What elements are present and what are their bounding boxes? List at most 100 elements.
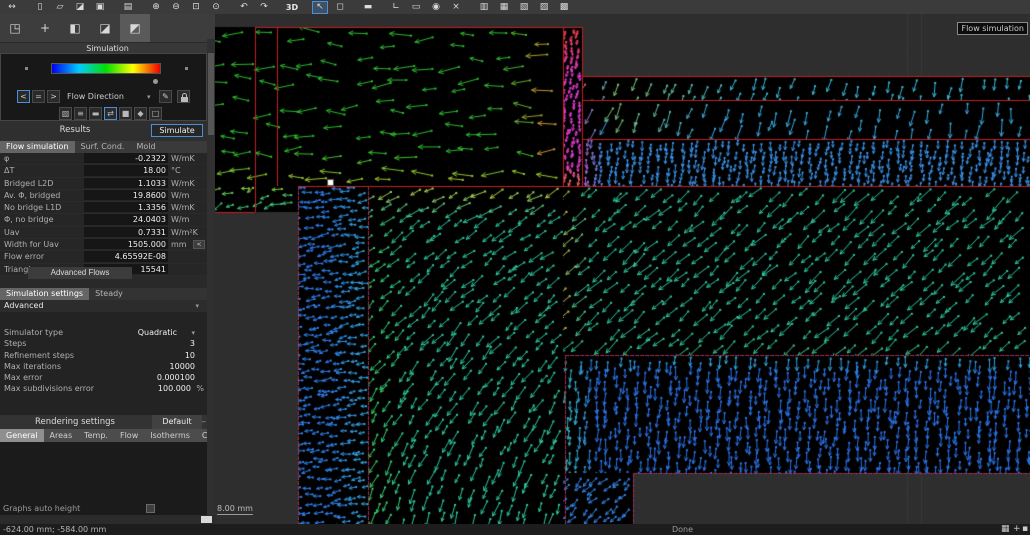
- visibility-tool-icon[interactable]: ◉: [428, 1, 444, 14]
- zoom-fit-icon[interactable]: ⊙: [208, 1, 224, 14]
- gradient-slider-handle[interactable]: [153, 79, 158, 84]
- zoom-plus-icon[interactable]: +: [1013, 524, 1021, 535]
- measure-tool-icon[interactable]: ▬: [360, 1, 376, 14]
- chevron-down-icon[interactable]: ▾: [195, 302, 199, 310]
- arrows-style-icon[interactable]: ⇄: [104, 107, 117, 120]
- components-tab-icon[interactable]: ◪: [90, 14, 120, 42]
- result-label: ΔT: [4, 166, 15, 176]
- legend-left-dot: [25, 67, 28, 70]
- import-icon[interactable]: ◪: [72, 1, 88, 14]
- tab-simulation-settings[interactable]: Simulation settings: [0, 288, 90, 300]
- tab-flow[interactable]: Flow: [114, 429, 144, 442]
- direction-equal-button[interactable]: =: [32, 90, 45, 103]
- undo-icon[interactable]: ↶: [236, 1, 252, 14]
- tab-flow-simulation[interactable]: Flow simulation: [0, 141, 75, 153]
- comment-tool-icon[interactable]: ▭: [408, 1, 424, 14]
- legend-panel: < = > Flow Direction ▾ ✎ ▧ ≡ ▬ ⇄ ■ ◆ □: [0, 53, 207, 121]
- gradient-style-icon[interactable]: ▧: [59, 107, 72, 120]
- layers-tab-icon[interactable]: ◧: [60, 14, 90, 42]
- histogram-chart-icon[interactable]: ▧: [516, 1, 532, 14]
- legend-right-dot: [185, 67, 188, 70]
- scrollbar-thumb[interactable]: [208, 53, 214, 135]
- mesh-delete-tool-icon[interactable]: ×: [448, 1, 464, 14]
- setting-value[interactable]: 100.000: [158, 384, 191, 393]
- edit-pen-button[interactable]: ✎: [159, 90, 172, 103]
- rendering-preset-button[interactable]: Default: [152, 415, 202, 429]
- setting-value[interactable]: Quadratic: [138, 328, 177, 337]
- width-uav-pick-button[interactable]: <: [193, 240, 205, 250]
- simulation-tab-icon[interactable]: ◩: [120, 14, 150, 42]
- chevron-down-icon[interactable]: ▾: [147, 93, 151, 101]
- graphs-auto-height-checkbox[interactable]: [146, 504, 155, 513]
- direction-greater-button[interactable]: >: [47, 90, 60, 103]
- solid-style-icon[interactable]: ▬: [89, 107, 102, 120]
- result-label: Φ, no bridge: [4, 215, 54, 225]
- setting-value[interactable]: 0.000100: [157, 373, 195, 382]
- result-row: No bridge L1D 1.3356 W/mK: [0, 202, 207, 214]
- simulation-settings-tabs: Simulation settings Steady: [0, 288, 207, 300]
- result-label: Bridged L2D: [4, 178, 54, 188]
- grid-view-icon[interactable]: ▦: [1001, 524, 1010, 535]
- transform-tab-icon[interactable]: +: [30, 14, 60, 42]
- zoom-in-icon[interactable]: ⊕: [148, 1, 164, 14]
- open-file-icon[interactable]: ▱: [52, 1, 68, 14]
- tab-areas[interactable]: Areas: [44, 429, 79, 442]
- field-selector-value[interactable]: Flow Direction: [67, 92, 124, 101]
- result-row: Flow error 4.65592E-08: [0, 251, 207, 263]
- cursor-coordinates: -624.00 mm; -584.00 mm: [3, 525, 107, 534]
- result-unit: mm: [171, 240, 187, 250]
- results-header-row: Results Simulate: [0, 121, 207, 141]
- view-3d-button[interactable]: 3D: [284, 1, 300, 14]
- corner-tool-icon[interactable]: ∟: [388, 1, 404, 14]
- tab-mold[interactable]: Mold: [130, 141, 161, 153]
- tab-general[interactable]: General: [0, 429, 44, 442]
- settings-table: Simulator type Quadratic ▾ Steps 3 Refinement…: [0, 327, 207, 395]
- tab-isotherms[interactable]: Isotherms: [144, 429, 196, 442]
- chevron-down-icon[interactable]: ▾: [191, 329, 195, 337]
- color-scale-gradient[interactable]: [51, 63, 161, 74]
- tab-surf-cond-[interactable]: Surf. Cond.: [75, 141, 131, 153]
- zoom-out-icon[interactable]: ⊖: [168, 1, 184, 14]
- sidebar-horizontal-scrollbar[interactable]: [0, 515, 215, 524]
- fit-view-icon[interactable]: ↔: [4, 1, 20, 14]
- advanced-mode-row[interactable]: Advanced ▾: [0, 300, 207, 312]
- flow-simulation-canvas[interactable]: [215, 14, 1030, 524]
- lock-button[interactable]: [177, 90, 190, 103]
- legend-chart-icon[interactable]: ▩: [556, 1, 572, 14]
- report-chart-icon[interactable]: ▥: [476, 1, 492, 14]
- rendering-settings-title: Rendering settings: [34, 417, 115, 427]
- result-value: 4.65592E-08: [114, 252, 166, 262]
- project-tab-icon[interactable]: ◳: [0, 14, 30, 42]
- direction-less-button[interactable]: <: [17, 90, 30, 103]
- tab-temp-[interactable]: Temp.: [78, 429, 114, 442]
- display-style-row: ▧ ≡ ▬ ⇄ ■ ◆ □: [1, 107, 208, 120]
- filled-style-icon[interactable]: ■: [119, 107, 132, 120]
- setting-value[interactable]: 3: [190, 339, 195, 348]
- result-unit: °C: [171, 166, 181, 176]
- main-toolbar: ↔ ▯ ▱ ◪ ▣ ▤ ⊕ ⊖ ⊡ ⊙ ↶ ↷ 3D ↖ ◻ ▬ ∟ ▭ ◉ × ▥ ▦ ▧ ▨ ▩: [0, 0, 1030, 15]
- outline-style-icon[interactable]: □: [149, 107, 162, 120]
- collapse-icon[interactable]: –: [202, 417, 207, 427]
- advanced-flows-button[interactable]: Advanced Flows: [28, 267, 132, 279]
- scrollbar-thumb[interactable]: [201, 516, 212, 523]
- save-icon[interactable]: ▣: [92, 1, 108, 14]
- result-unit: W/mK: [171, 154, 195, 163]
- lines-style-icon[interactable]: ≡: [74, 107, 87, 120]
- column-chart-icon[interactable]: ▦: [496, 1, 512, 14]
- setting-value[interactable]: 10000: [170, 362, 195, 371]
- tab-steady[interactable]: Steady: [89, 288, 129, 300]
- select-tool-icon[interactable]: ↖: [312, 0, 328, 14]
- zoom-window-icon[interactable]: ⊡: [188, 1, 204, 14]
- print-icon[interactable]: ▤: [120, 1, 136, 14]
- new-file-icon[interactable]: ▯: [32, 1, 48, 14]
- sidebar-vertical-scrollbar[interactable]: [207, 39, 215, 515]
- result-row: Uav 0.7331 W/m²K: [0, 226, 207, 239]
- setting-value[interactable]: 10: [185, 351, 195, 360]
- small-view-icon[interactable]: ▪: [1022, 524, 1028, 535]
- droplet-style-icon[interactable]: ◆: [134, 107, 147, 120]
- simulate-button[interactable]: Simulate: [151, 124, 203, 137]
- redo-icon[interactable]: ↷: [256, 1, 272, 14]
- profile-chart-icon[interactable]: ▨: [536, 1, 552, 14]
- area-select-tool-icon[interactable]: ◻: [332, 1, 348, 14]
- result-label: No bridge L1D: [4, 203, 62, 213]
